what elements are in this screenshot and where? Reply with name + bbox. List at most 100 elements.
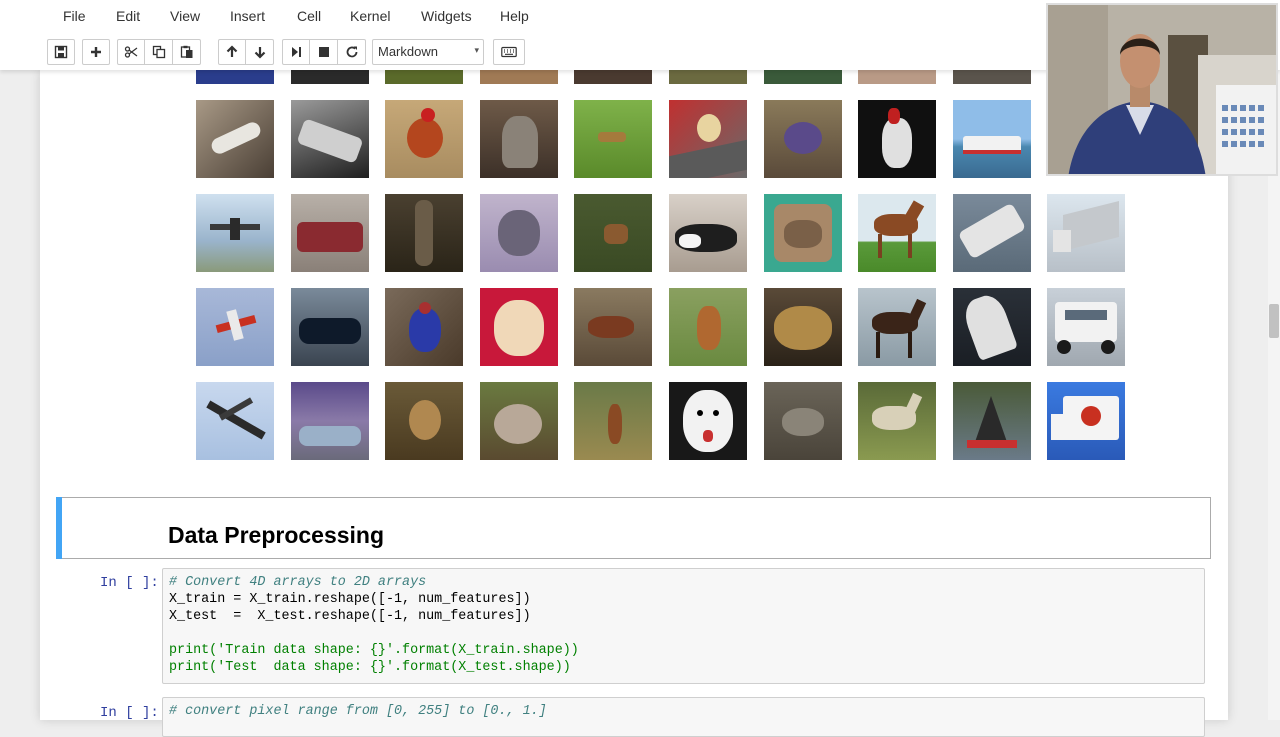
thumbnail-deer [574,382,652,460]
thumbnail-airplane [196,288,274,366]
thumbnail-frog [764,288,842,366]
menu-file[interactable]: File [63,8,86,24]
menu-widgets[interactable]: Widgets [421,8,472,24]
presenter-webcam-video [1046,3,1278,176]
scissors-icon [124,46,138,58]
thumbnail-truck [1047,194,1125,272]
thumbnail-image [574,70,652,84]
thumbnail-bird [385,288,463,366]
code-text: print('Test data shape: {}'.format(X_tes… [169,660,571,675]
thumbnail-image [764,70,842,84]
code-line[interactable]: # Convert 4D arrays to 2D arrays [169,575,426,590]
thumbnail-horse [858,382,936,460]
arrow-up-icon [226,45,238,57]
thumbnail-bird [385,194,463,272]
thumbnail-car [291,100,369,178]
thumbnail-image [858,70,936,84]
thumbnail-horse [858,288,936,366]
input-prompt: In [ ]: [100,575,159,591]
thumbnail-horse [858,100,936,178]
thumbnail-truck [1047,288,1125,366]
stop-icon [318,47,329,57]
thumbnail-deer [574,100,652,178]
cut-button[interactable] [117,39,145,65]
thumbnail-airplane [196,194,274,272]
thumbnail-frog [764,382,842,460]
save-button[interactable] [47,39,75,65]
thumbnail-ship [953,100,1031,178]
thumbnail-cat [480,288,558,366]
command-palette-button[interactable] [493,39,525,65]
thumbnail-ship [953,382,1031,460]
interrupt-button[interactable] [310,39,338,65]
thumbnail-truck [1047,382,1125,460]
insert-cell-button[interactable] [82,39,110,65]
thumbnail-dog [669,382,747,460]
thumbnail-dog [669,288,747,366]
move-down-button[interactable] [246,39,274,65]
move-up-button[interactable] [218,39,246,65]
code-line[interactable]: X_train = X_train.reshape([-1, num_featu… [169,592,531,607]
thumbnail-image [669,70,747,84]
step-forward-icon [292,47,301,57]
thumbnail-airplane [196,100,274,178]
thumbnail-car [291,382,369,460]
thumbnail-horse [858,194,936,272]
floppy-icon [54,45,68,59]
cell-selection-bar [56,497,62,559]
code-comment: # Convert 4D arrays to 2D arrays [169,575,427,590]
presenter-video-frame [1048,5,1276,174]
code-line[interactable]: X_test = X_test.reshape([-1, num_feature… [169,609,531,624]
thumbnail-image [291,70,369,84]
thumbnail-deer [574,288,652,366]
code-comment: # convert pixel range from [0, 255] to [… [169,704,547,719]
thumbnail-image [953,70,1031,84]
keyboard-icon [501,46,517,58]
menu-cell[interactable]: Cell [297,8,321,24]
code-cell-editor[interactable]: # Convert 4D arrays to 2D arrays X_train… [162,568,1205,684]
thumbnail-deer [574,194,652,272]
menu-insert[interactable]: Insert [230,8,265,24]
copy-button[interactable] [145,39,173,65]
paste-icon [180,45,192,58]
thumbnail-image [385,70,463,84]
markdown-cell-selected[interactable]: Data Preprocessing [56,497,1211,559]
cell-type-select[interactable]: Markdown ▾ [372,39,484,65]
thumbnail-cat [480,100,558,178]
thumbnail-frog [764,100,842,178]
copy-icon [152,45,165,59]
menu-edit[interactable]: Edit [116,8,140,24]
paste-button[interactable] [173,39,201,65]
thumbnail-bird [385,100,463,178]
thumbnail-dog [669,194,747,272]
code-cell-editor[interactable]: # convert pixel range from [0, 255] to [… [162,697,1205,737]
thumbnail-ship [953,194,1031,272]
thumbnail-ship [953,288,1031,366]
thumbnail-image [196,70,274,84]
arrow-down-icon [254,47,265,59]
refresh-icon [346,46,357,58]
menu-view[interactable]: View [170,8,200,24]
thumbnail-car [291,194,369,272]
thumbnail-bird [385,382,463,460]
chevron-down-icon: ▾ [474,45,479,55]
thumbnail-car [291,288,369,366]
code-line[interactable]: print('Train data shape: {}'.format(X_tr… [169,643,579,658]
menu-kernel[interactable]: Kernel [350,8,390,24]
code-line[interactable]: print('Test data shape: {}'.format(X_tes… [169,660,571,675]
cell-type-value: Markdown [378,44,438,59]
thumbnail-airplane [196,382,274,460]
plus-icon [91,47,101,57]
code-line[interactable]: # convert pixel range from [0, 255] to [… [169,704,547,719]
menu-help[interactable]: Help [500,8,529,24]
code-text: print('Train data shape: {}'.format(X_tr… [169,643,579,658]
thumbnail-cat [480,382,558,460]
thumbnail-image [480,70,558,84]
thumbnail-cat [480,194,558,272]
restart-button[interactable] [338,39,366,65]
thumbnail-frog [764,194,842,272]
input-prompt: In [ ]: [100,705,159,721]
thumbnail-dog [669,100,747,178]
markdown-heading: Data Preprocessing [168,522,385,548]
run-button[interactable] [282,39,310,65]
